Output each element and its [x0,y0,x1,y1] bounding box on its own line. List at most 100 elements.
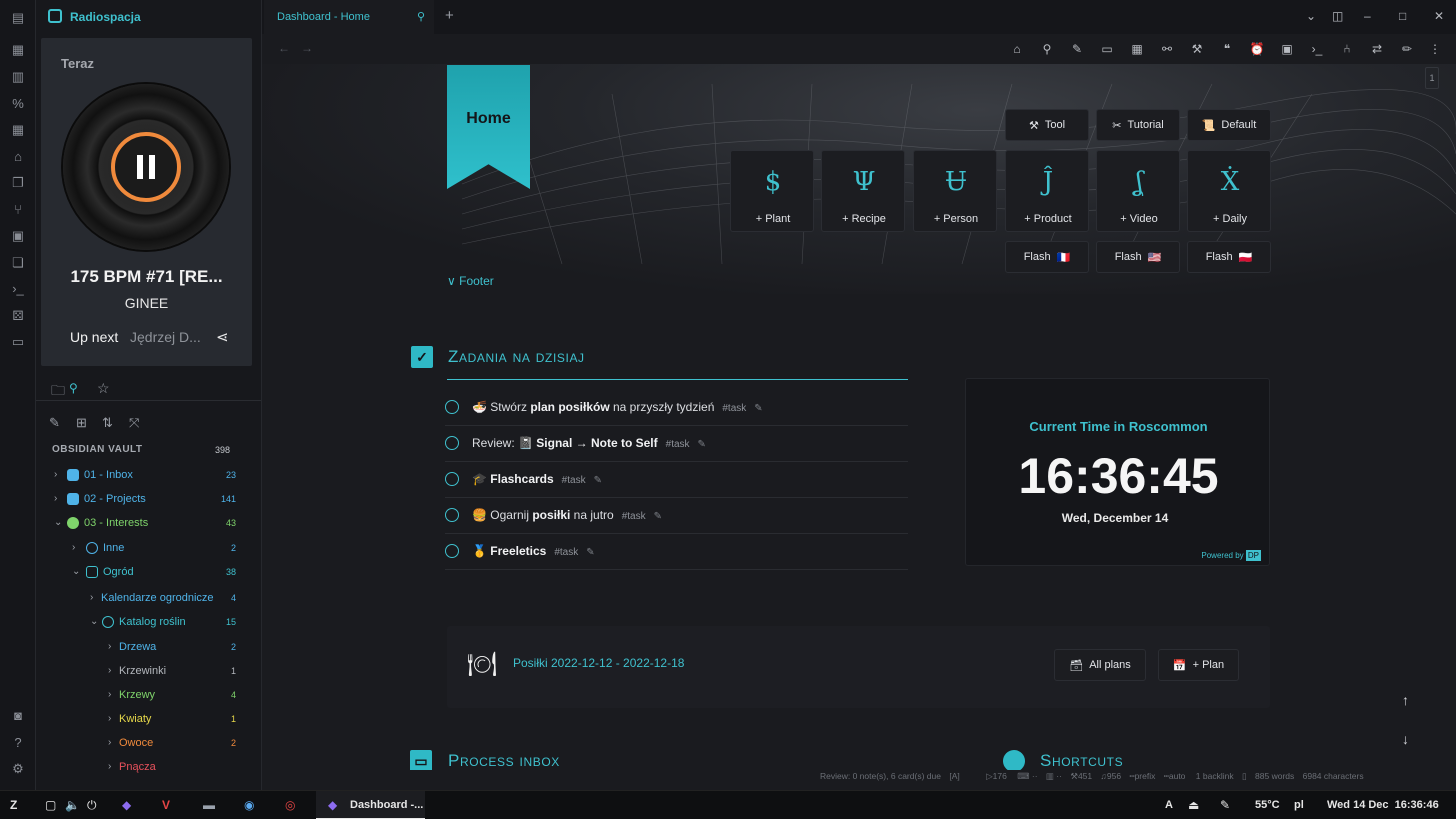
task-tag[interactable]: #task [562,475,586,486]
quote-icon[interactable]: ❝ [1219,41,1235,57]
tree-folder-krzewinki[interactable]: › Krzewinki 1 [106,660,252,682]
zorin-menu-icon[interactable]: Z [10,798,17,812]
sort-icon[interactable]: ⇅ [102,415,113,431]
flash-polish-button[interactable]: Flash 🇵🇱 [1187,241,1271,273]
terminal-icon[interactable]: ›_ [1309,41,1325,57]
backlink-count[interactable]: 1 backlink [1196,771,1234,781]
pause-button[interactable] [111,132,181,202]
all-plans-button[interactable]: 🗃 All plans [1054,649,1146,681]
home-icon[interactable]: ⌂ [1009,41,1025,57]
edit-pencil-icon[interactable]: ✎ [594,475,602,486]
tree-folder-owoce[interactable]: › Owoce 2 [106,732,252,754]
back-arrow-icon[interactable]: ← [278,41,290,55]
sidebar-title[interactable]: Radiospacja [70,10,141,24]
edit-pencil-icon[interactable]: ✎ [698,439,706,450]
scroll-up-arrow-icon[interactable]: ↑ [1402,692,1409,708]
graph-icon[interactable]: ⚯ [1159,41,1175,57]
task-checkbox[interactable] [445,544,459,558]
add-video-button[interactable]: ʆ + Video [1096,150,1180,232]
add-person-button[interactable]: Ʉ + Person [913,150,997,232]
files-app-icon[interactable]: ▬ [203,798,215,812]
pencil-icon[interactable]: ✏ [1399,41,1415,57]
hammer-icon[interactable]: ⚒ [1189,41,1205,57]
add-plan-button[interactable]: 📅 + Plan [1158,649,1239,681]
tree-folder-krzewy[interactable]: › Krzewy 4 [106,684,252,706]
maximize-button[interactable]: □ [1399,9,1406,23]
clock-datetime[interactable]: Wed 14 Dec 16:36:46 [1327,799,1439,811]
close-button[interactable]: ✕ [1434,9,1444,23]
settings-gear-icon[interactable]: ⚙ [10,761,26,777]
task-checkbox[interactable] [445,508,459,522]
status-prefix[interactable]: prefix [1135,771,1156,781]
sync-icon[interactable]: ⇄ [1369,41,1385,57]
cpu-temperature[interactable]: 55°C [1255,799,1280,811]
tree-folder-drzewa[interactable]: › Drzewa 2 [106,636,252,658]
add-daily-button[interactable]: Ẋ + Daily [1187,150,1271,232]
new-note-icon[interactable]: ✎ [49,415,60,431]
tab-list-chevron-icon[interactable]: ⌄ [1306,9,1316,23]
vault-switch-icon[interactable]: ◙ [10,708,26,724]
footer-link[interactable]: ∨ Footer [447,274,494,288]
keyboard-layout-indicator[interactable]: A [1165,799,1173,811]
task-tag[interactable]: #task [666,439,690,450]
eject-icon[interactable]: ⏏ [1188,798,1199,812]
default-button[interactable]: 📜 Default [1187,109,1271,141]
copy-icon[interactable]: ❐ [10,175,26,191]
task-tag[interactable]: #task [722,403,746,414]
add-plant-button[interactable]: $ + Plant [730,150,814,232]
vault-name[interactable]: OBSIDIAN VAULT [52,444,143,455]
tree-folder-kwiaty[interactable]: › Kwiaty 1 [106,708,252,730]
forward-arrow-icon[interactable]: → [301,41,313,55]
book-icon[interactable]: ▥ [10,69,26,85]
template-icon[interactable]: ▭ [10,334,26,350]
vivaldi-app-icon[interactable]: V [162,798,170,812]
alarm-icon[interactable]: ⏰ [1249,41,1265,57]
new-tab-button[interactable]: + [445,7,454,24]
tutorial-button[interactable]: ✂ Tutorial [1096,109,1180,141]
help-icon[interactable]: ? [10,735,26,751]
tree-folder-ogrod[interactable]: ⌄ Ogród 38 [70,561,252,583]
powered-by-link[interactable]: Powered by DP [1201,550,1261,561]
edit-pencil-icon[interactable]: ✎ [654,511,662,522]
power-icon[interactable]: ⏻ [87,798,97,813]
toggle-icon[interactable]: ▭ [1099,41,1115,57]
percent-code-icon[interactable]: % [10,96,26,112]
calendar-icon[interactable]: ▣ [10,228,26,244]
desktop-icon[interactable]: ▢ [45,798,56,812]
tree-folder-interests[interactable]: ⌄ 03 - Interests 43 [52,512,252,534]
add-product-button[interactable]: Ĵ + Product [1005,150,1089,232]
task-checkbox[interactable] [445,472,459,486]
tree-folder-inne[interactable]: › Inne 2 [70,537,252,559]
volume-icon[interactable]: 🔈 [65,798,80,812]
record-app-icon[interactable]: ◎ [285,798,295,812]
tree-folder-pnacza[interactable]: › Pnącza [106,756,252,778]
edit-pencil-icon[interactable]: ✎ [754,403,762,414]
grid-icon[interactable]: ▦ [10,122,26,138]
tab-dashboard-home[interactable]: Dashboard - Home ⚲ [264,0,434,34]
collapse-all-icon[interactable]: ⤧ [129,415,139,431]
calendar-icon[interactable]: ▦ [1129,41,1145,57]
tree-folder-kalendarze[interactable]: › Kalendarze ogrodnicze 4 [88,587,252,609]
tree-icon[interactable]: ⑃ [1339,41,1355,57]
dice-icon[interactable]: ⚄ [10,308,26,324]
status-auto[interactable]: auto [1169,771,1186,781]
minimize-button[interactable]: – [1364,9,1371,23]
new-folder-icon[interactable]: ⊞ [76,415,87,431]
graph-icon[interactable]: ⑂ [10,202,26,218]
terminal-icon[interactable]: ›_ [10,281,26,297]
table-icon[interactable]: ▦ [10,42,26,58]
more-options-icon[interactable]: ⋮ [1427,41,1443,57]
sidebar-toggle-icon[interactable]: ▤ [10,10,26,26]
task-tag[interactable]: #task [622,511,646,522]
add-recipe-button[interactable]: Ψ + Recipe [821,150,905,232]
scroll-down-arrow-icon[interactable]: ↓ [1402,731,1409,747]
obsidian-app-icon[interactable]: ◆ [122,798,131,812]
layout-icon[interactable]: ◫ [1332,9,1343,23]
tool-button[interactable]: ⚒ Tool [1005,109,1089,141]
pin-icon[interactable]: ⚲ [417,10,425,23]
input-language[interactable]: pl [1294,799,1304,811]
outline-gutter-badge[interactable]: 1 [1425,67,1439,89]
task-checkbox[interactable] [445,436,459,450]
flash-french-button[interactable]: Flash 🇫🇷 [1005,241,1089,273]
edit-note-icon[interactable]: ✎ [1069,41,1085,57]
